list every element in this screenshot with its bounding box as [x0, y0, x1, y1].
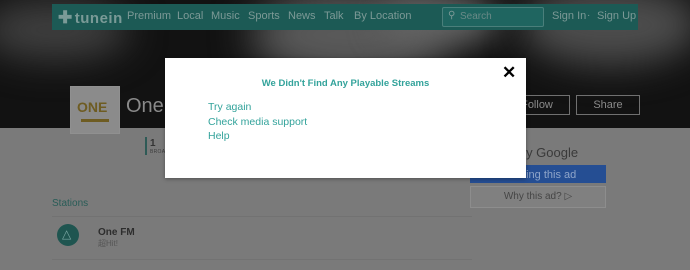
help-link[interactable]: Help	[208, 130, 230, 142]
search-icon: ⚲	[448, 10, 456, 21]
stat-number: 1	[150, 138, 156, 149]
nav-item-by-location[interactable]: By Location	[354, 10, 411, 22]
close-icon[interactable]: ✕	[502, 64, 516, 82]
stat-label: BROA	[150, 149, 166, 155]
plus-icon: ✚	[58, 8, 73, 27]
check-media-support-link[interactable]: Check media support	[208, 116, 307, 128]
station-play-icon[interactable]: △	[57, 224, 79, 246]
nav-item-premium[interactable]: Premium	[127, 10, 171, 22]
nav-item-local[interactable]: Local	[177, 10, 203, 22]
sign-up-link[interactable]: Sign Up	[597, 10, 636, 22]
stat-accent-bar	[145, 137, 147, 155]
nav-item-sports[interactable]: Sports	[248, 10, 280, 22]
station-logo-stripe	[81, 119, 109, 122]
sign-in-link[interactable]: Sign In	[552, 10, 586, 22]
station-logo-text: ONE	[77, 99, 108, 115]
share-button[interactable]: Share	[576, 95, 640, 115]
triangle-icon: △	[62, 227, 72, 241]
tunein-logo[interactable]: ✚ tunein	[58, 8, 123, 28]
error-modal: We Didn't Find Any Playable Streams ✕ Tr…	[165, 58, 526, 178]
nav-item-music[interactable]: Music	[211, 10, 240, 22]
station-logo: ONE	[70, 86, 120, 134]
search-input[interactable]	[460, 10, 538, 23]
logo-text: tunein	[74, 10, 123, 27]
station-list-name[interactable]: One FM	[98, 227, 135, 238]
search-box[interactable]: ⚲	[442, 7, 544, 27]
modal-title: We Didn't Find Any Playable Streams	[261, 78, 430, 89]
nav-item-talk[interactable]: Talk	[324, 10, 344, 22]
stations-heading: Stations	[52, 198, 89, 209]
nav-separator: ·	[587, 10, 591, 21]
try-again-link[interactable]: Try again	[208, 101, 251, 113]
nav-item-news[interactable]: News	[288, 10, 316, 22]
divider	[52, 216, 472, 217]
why-this-ad-button[interactable]: Why this ad? ▷	[470, 186, 606, 208]
station-list-subtitle: 超Hit!	[98, 239, 118, 248]
ad-feedback-text[interactable]: eing this ad	[520, 169, 576, 181]
divider	[52, 259, 472, 260]
